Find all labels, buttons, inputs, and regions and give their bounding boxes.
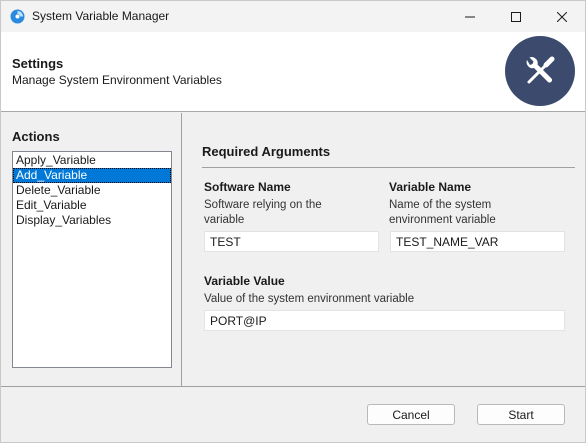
variable-name-input[interactable] (390, 231, 565, 252)
header-subtitle: Manage System Environment Variables (12, 73, 222, 87)
section-divider (202, 167, 575, 168)
software-name-input[interactable] (204, 231, 379, 252)
settings-header: Settings Manage System Environment Varia… (1, 32, 585, 112)
vertical-divider (181, 113, 182, 387)
required-arguments-panel: Required Arguments Software Name Softwar… (183, 113, 585, 387)
main-window: System Variable Manager Settings Manage … (0, 0, 586, 443)
title-bar[interactable]: System Variable Manager (1, 1, 585, 32)
variable-value-description: Value of the system environment variable (204, 293, 415, 305)
required-arguments-title: Required Arguments (202, 144, 331, 159)
list-item-apply-variable[interactable]: Apply_Variable (13, 153, 171, 168)
software-name-description: Software relying on the variable (204, 199, 322, 226)
maximize-icon (511, 11, 521, 22)
list-item-display-variables[interactable]: Display_Variables (13, 213, 171, 228)
close-button[interactable] (539, 1, 585, 32)
variable-name-description: Name of the system environment variable (389, 199, 496, 226)
header-title: Settings (12, 56, 64, 71)
minimize-icon (465, 12, 475, 22)
software-name-label: Software Name (204, 180, 291, 194)
start-button[interactable]: Start (477, 404, 565, 425)
list-item-delete-variable[interactable]: Delete_Variable (13, 183, 171, 198)
variable-value-input[interactable] (204, 310, 565, 331)
app-icon (10, 9, 25, 24)
minimize-button[interactable] (447, 1, 493, 32)
variable-value-label: Variable Value (204, 274, 285, 288)
list-item-add-variable[interactable]: Add_Variable (13, 168, 171, 183)
tools-icon (505, 36, 575, 106)
footer-divider (1, 386, 585, 387)
maximize-button[interactable] (493, 1, 539, 32)
actions-list[interactable]: Apply_Variable Add_Variable Delete_Varia… (12, 151, 172, 368)
window-title: System Variable Manager (32, 9, 170, 23)
close-icon (557, 11, 567, 22)
cancel-button[interactable]: Cancel (367, 404, 455, 425)
list-item-edit-variable[interactable]: Edit_Variable (13, 198, 171, 213)
variable-name-label: Variable Name (389, 180, 472, 194)
actions-title: Actions (12, 129, 60, 144)
actions-panel: Actions Apply_Variable Add_Variable Dele… (1, 113, 181, 387)
